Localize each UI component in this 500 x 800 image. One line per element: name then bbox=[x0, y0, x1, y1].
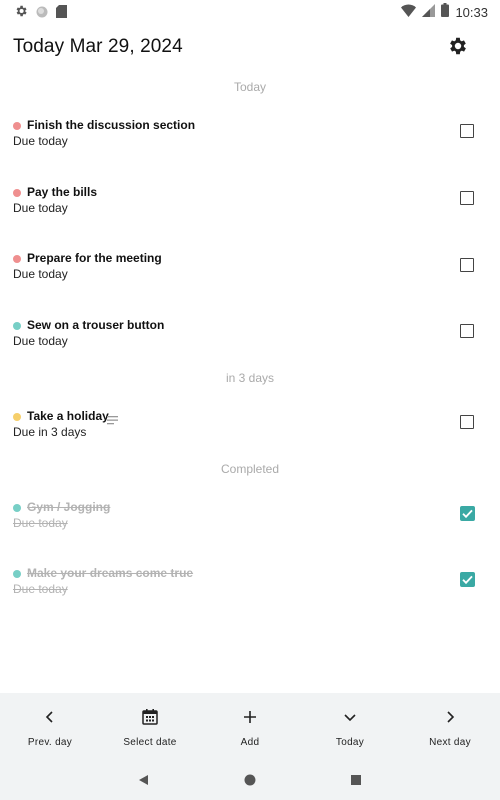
add-task-button[interactable]: Add bbox=[200, 693, 300, 760]
priority-dot bbox=[13, 322, 21, 330]
app-screen: 10:33 Today Mar 29, 2024 Today Finish th… bbox=[0, 0, 500, 800]
task-title: Prepare for the meeting bbox=[27, 251, 162, 265]
next-day-button[interactable]: Next day bbox=[400, 693, 500, 760]
chevron-left-icon bbox=[40, 707, 60, 727]
checkmark-icon bbox=[462, 575, 473, 585]
task-row[interactable]: Prepare for the meeting Due today bbox=[0, 251, 500, 307]
signal-icon bbox=[422, 3, 436, 22]
settings-button[interactable] bbox=[447, 35, 471, 59]
page-title: Today Mar 29, 2024 bbox=[13, 36, 183, 57]
gear-icon bbox=[447, 37, 469, 61]
plus-icon bbox=[240, 707, 260, 727]
task-title: Gym / Jogging bbox=[27, 500, 111, 514]
task-row[interactable]: Gym / Jogging Due today bbox=[0, 500, 500, 556]
circle-icon bbox=[36, 5, 48, 23]
prev-day-button[interactable]: Prev. day bbox=[0, 693, 100, 760]
add-label: Add bbox=[240, 737, 260, 748]
task-title: Make your dreams come true bbox=[27, 566, 194, 580]
section-header-today: Today bbox=[233, 80, 267, 94]
select-date-button[interactable]: Select date bbox=[100, 693, 200, 760]
home-icon[interactable] bbox=[243, 773, 257, 787]
gear-icon bbox=[14, 4, 28, 23]
task-title: Take a holiday bbox=[27, 409, 109, 423]
task-checkbox[interactable] bbox=[460, 324, 474, 338]
task-row[interactable]: Finish the discussion section Due today bbox=[0, 118, 500, 174]
task-due: Due today bbox=[13, 201, 68, 215]
wifi-icon bbox=[401, 4, 417, 22]
chevron-down-icon bbox=[340, 707, 360, 727]
task-title: Sew on a trouser button bbox=[27, 318, 165, 332]
calendar-icon bbox=[140, 707, 160, 727]
priority-dot bbox=[13, 413, 21, 421]
task-due: Due today bbox=[13, 134, 68, 148]
status-time: 10:33 bbox=[455, 5, 488, 20]
priority-dot bbox=[13, 504, 21, 512]
back-icon[interactable] bbox=[137, 773, 151, 787]
task-due: Due today bbox=[13, 267, 68, 281]
task-due: Due today bbox=[13, 582, 68, 596]
task-title: Finish the discussion section bbox=[27, 118, 196, 132]
task-row[interactable]: Take a holiday Due in 3 days bbox=[0, 409, 500, 465]
task-due: Due today bbox=[13, 334, 68, 348]
select-date-label: Select date bbox=[123, 737, 177, 748]
task-row[interactable]: Sew on a trouser button Due today bbox=[0, 318, 500, 374]
section-header-completed: Completed bbox=[220, 462, 280, 476]
status-bar: 10:33 bbox=[0, 0, 500, 24]
task-checkbox[interactable] bbox=[460, 258, 474, 272]
task-checkbox[interactable] bbox=[460, 572, 475, 587]
today-button[interactable]: Today bbox=[300, 693, 400, 760]
task-checkbox[interactable] bbox=[460, 191, 474, 205]
chevron-right-icon bbox=[440, 707, 460, 727]
task-due: Due today bbox=[13, 516, 68, 530]
priority-dot bbox=[13, 122, 21, 130]
task-due: Due in 3 days bbox=[13, 425, 87, 439]
checkmark-icon bbox=[462, 509, 473, 519]
task-row[interactable]: Make your dreams come true Due today bbox=[0, 566, 500, 622]
task-title: Pay the bills bbox=[27, 185, 98, 199]
priority-dot bbox=[13, 570, 21, 578]
today-label: Today bbox=[335, 737, 365, 748]
task-checkbox[interactable] bbox=[460, 415, 474, 429]
section-header-in-3-days: in 3 days bbox=[225, 371, 275, 385]
task-checkbox[interactable] bbox=[460, 124, 474, 138]
bottom-nav: Prev. day Select date Add Today Next day bbox=[0, 693, 500, 760]
sd-card-icon bbox=[56, 4, 67, 23]
priority-dot bbox=[13, 255, 21, 263]
priority-dot bbox=[13, 189, 21, 197]
system-nav-bar bbox=[0, 760, 500, 800]
notes-icon bbox=[107, 412, 118, 425]
recents-icon[interactable] bbox=[349, 773, 363, 787]
prev-day-label: Prev. day bbox=[27, 737, 73, 748]
battery-icon bbox=[441, 3, 450, 22]
task-row[interactable]: Pay the bills Due today bbox=[0, 185, 500, 241]
next-day-label: Next day bbox=[429, 737, 471, 748]
task-checkbox[interactable] bbox=[460, 506, 475, 521]
